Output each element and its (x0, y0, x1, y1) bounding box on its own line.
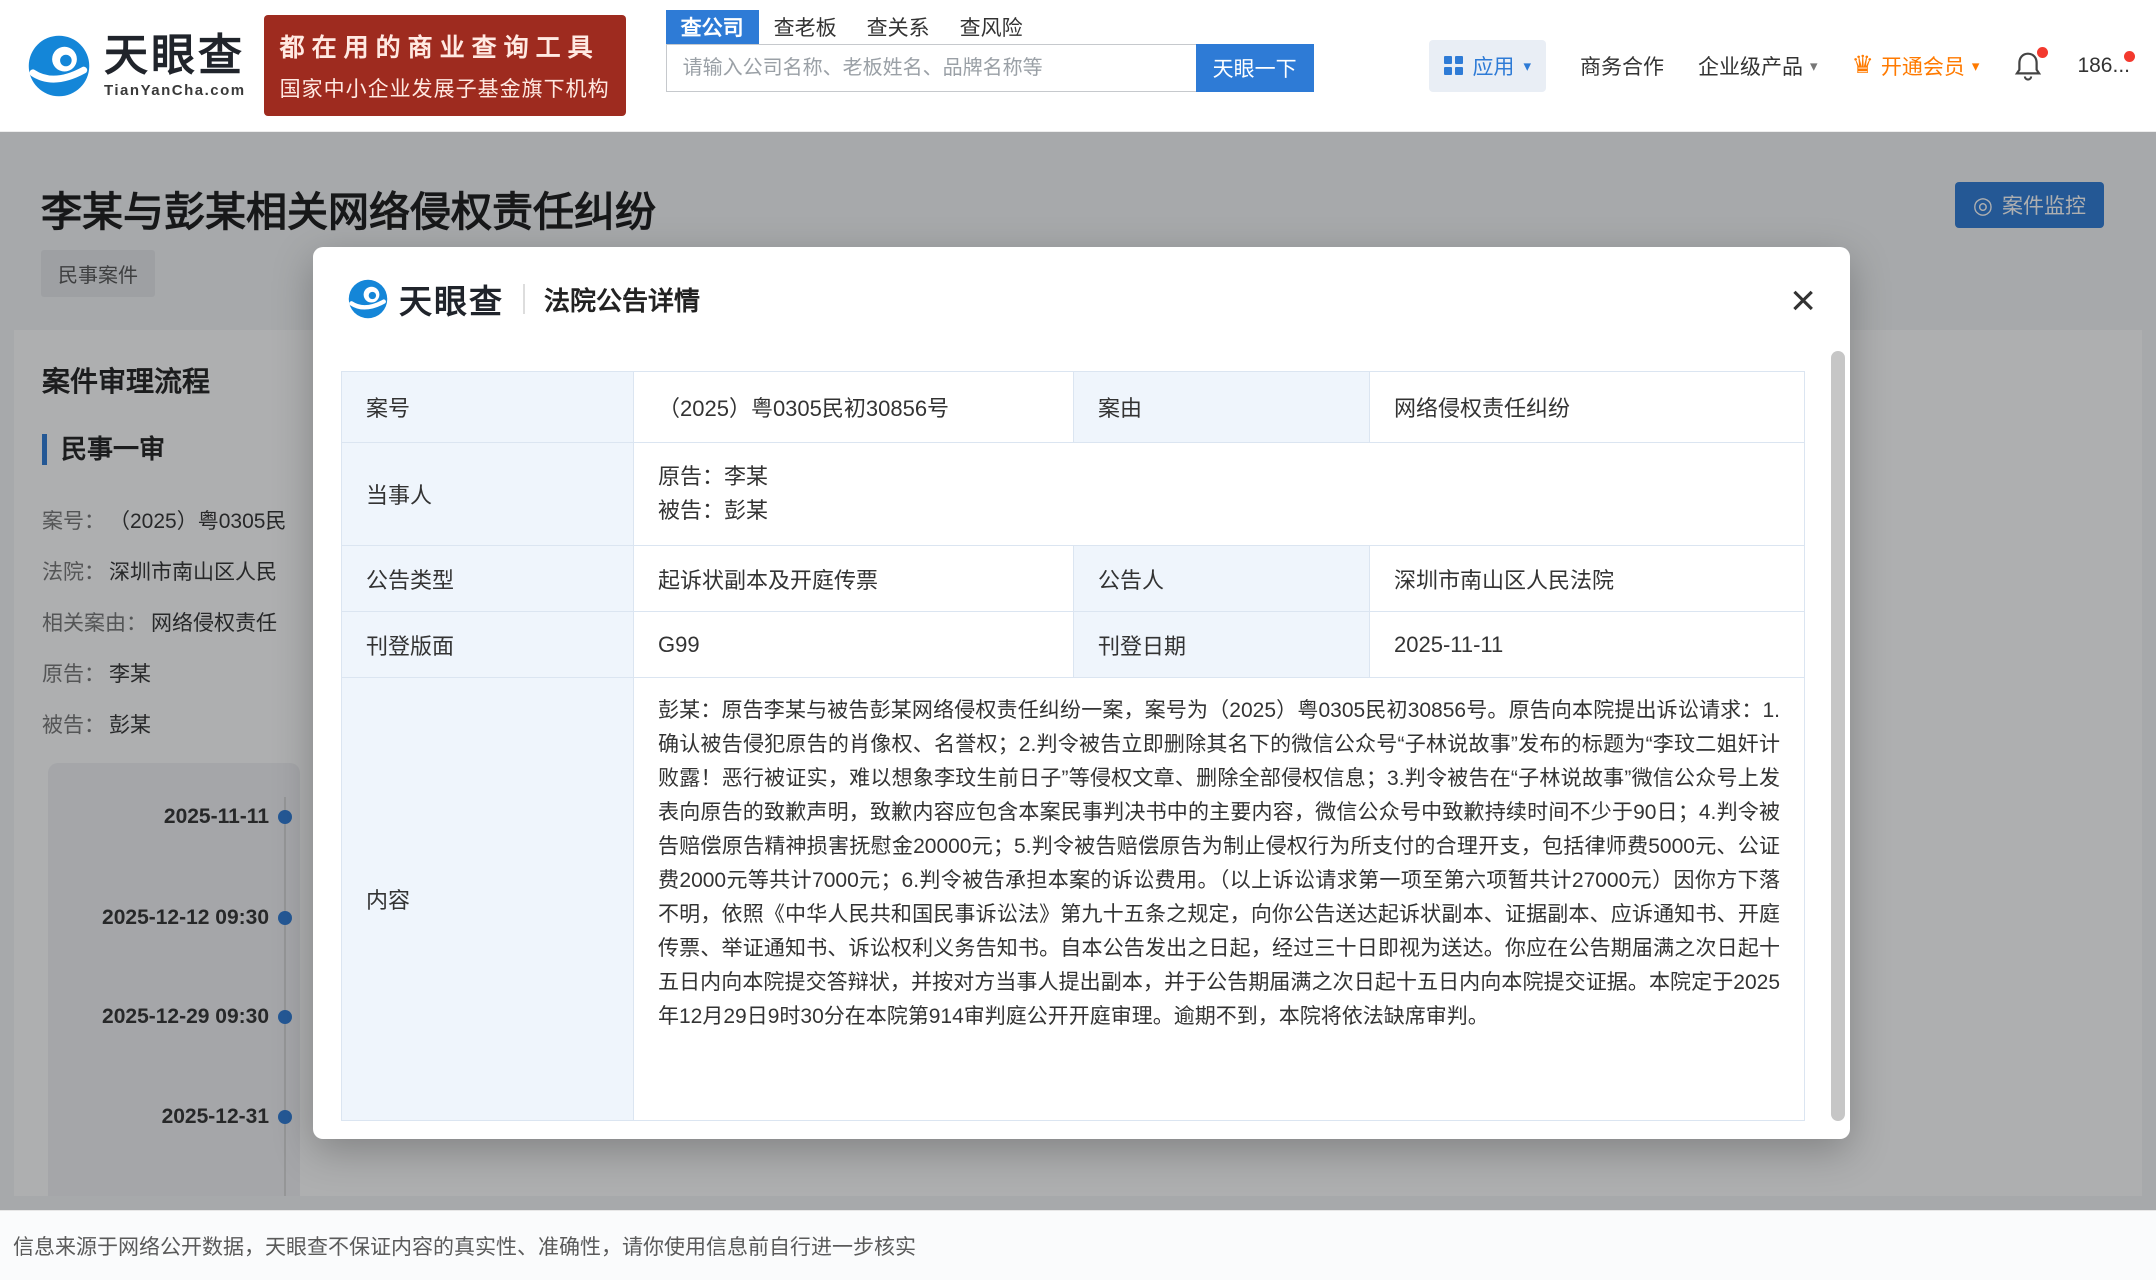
search-tabs: 查公司 查老板 查关系 查风险 (666, 10, 1314, 44)
announcer-value: 深圳市南山区人民法院 (1370, 546, 1805, 612)
apps-menu[interactable]: 应用 ▾ (1429, 40, 1546, 92)
case-no-value: （2025）粤0305民初30856号 (634, 372, 1074, 443)
content-value: 彭某：原告李某与被告彭某网络侵权责任纠纷一案，案号为（2025）粤0305民初3… (634, 678, 1805, 1121)
chevron-down-icon: ▾ (1810, 57, 1818, 75)
nav-business-cooperation[interactable]: 商务合作 (1580, 51, 1664, 81)
business-cooperation-label: 商务合作 (1580, 51, 1664, 81)
notification-bell-icon[interactable] (2013, 50, 2043, 82)
modal-title: 法院公告详情 (544, 281, 700, 318)
tab-search-boss[interactable]: 查老板 (759, 10, 852, 44)
phone-label: 186... (2077, 54, 2130, 77)
user-phone[interactable]: 186... (2077, 54, 2130, 78)
tab-search-company[interactable]: 查公司 (666, 10, 759, 44)
top-nav: 应用 ▾ 商务合作 企业级产品 ▾ ♛ 开通会员 ▾ 186... (1429, 40, 2130, 92)
chevron-down-icon: ▾ (1523, 57, 1531, 75)
close-icon[interactable]: × (1790, 279, 1816, 323)
publish-date-value: 2025-11-11 (1370, 612, 1805, 678)
content-label: 内容 (342, 678, 634, 1121)
brand-slogan-badge: 都在用的商业查询工具 国家中小企业发展子基金旗下机构 (264, 15, 626, 116)
phone-notification-dot (2124, 51, 2135, 62)
page-footer: 信息来源于网络公开数据，天眼查不保证内容的真实性、准确性，请你使用信息前自行进一… (0, 1210, 2156, 1280)
crown-icon: ♛ (1852, 53, 1874, 78)
modal-logo-icon (347, 278, 389, 320)
table-row: 公告类型 起诉状副本及开庭传票 公告人 深圳市南山区人民法院 (342, 546, 1805, 612)
case-no-label: 案号 (342, 372, 634, 443)
logo-domain: TianYanCha.com (104, 83, 246, 99)
table-row: 内容 彭某：原告李某与被告彭某网络侵权责任纠纷一案，案号为（2025）粤0305… (342, 678, 1805, 1121)
logo-name: 天眼查 (104, 33, 246, 79)
page-value: G99 (634, 612, 1074, 678)
nav-enterprise-products[interactable]: 企业级产品 ▾ (1698, 51, 1818, 81)
badge-line2: 国家中小企业发展子基金旗下机构 (280, 73, 610, 103)
announcer-label: 公告人 (1074, 546, 1370, 612)
modal-header: 天眼查 法院公告详情 × (313, 247, 1850, 351)
enterprise-products-label: 企业级产品 (1698, 51, 1803, 81)
cause-label: 案由 (1074, 372, 1370, 443)
announcement-detail-table: 案号 （2025）粤0305民初30856号 案由 网络侵权责任纠纷 当事人 原… (341, 371, 1805, 1121)
tab-search-risk[interactable]: 查风险 (945, 10, 1038, 44)
court-announcement-modal: 天眼查 法院公告详情 × 案号 （2025）粤0305民初30856号 案由 网… (313, 247, 1850, 1139)
apps-grid-icon (1444, 56, 1463, 75)
tab-search-relation[interactable]: 查关系 (852, 10, 945, 44)
notice-type-value: 起诉状副本及开庭传票 (634, 546, 1074, 612)
search-area: 查公司 查老板 查关系 查风险 天眼一下 (666, 10, 1314, 92)
disclaimer-text: 信息来源于网络公开数据，天眼查不保证内容的真实性、准确性，请你使用信息前自行进一… (13, 1231, 916, 1261)
apps-label: 应用 (1472, 51, 1514, 81)
nav-open-vip[interactable]: ♛ 开通会员 ▾ (1852, 51, 1980, 81)
modal-brand: 天眼查 (399, 275, 504, 323)
notice-type-label: 公告类型 (342, 546, 634, 612)
table-row: 当事人 原告：李某 被告：彭某 (342, 443, 1805, 546)
search-input[interactable] (666, 44, 1196, 92)
chevron-down-icon: ▾ (1972, 57, 1980, 75)
cause-value: 网络侵权责任纠纷 (1370, 372, 1805, 443)
divider (523, 284, 525, 314)
open-vip-label: 开通会员 (1881, 51, 1965, 81)
top-header: 天眼查 TianYanCha.com 都在用的商业查询工具 国家中小企业发展子基… (0, 0, 2156, 132)
notification-dot (2037, 47, 2048, 58)
search-button[interactable]: 天眼一下 (1196, 44, 1314, 92)
tianyancha-logo-icon (26, 33, 92, 99)
party-value: 原告：李某 被告：彭某 (634, 443, 1805, 546)
badge-line1: 都在用的商业查询工具 (280, 28, 610, 64)
table-row: 案号 （2025）粤0305民初30856号 案由 网络侵权责任纠纷 (342, 372, 1805, 443)
table-row: 刊登版面 G99 刊登日期 2025-11-11 (342, 612, 1805, 678)
party-label: 当事人 (342, 443, 634, 546)
publish-date-label: 刊登日期 (1074, 612, 1370, 678)
tianyancha-logo[interactable]: 天眼查 TianYanCha.com (26, 33, 246, 99)
page-label: 刊登版面 (342, 612, 634, 678)
modal-scrollbar[interactable] (1831, 351, 1845, 1121)
